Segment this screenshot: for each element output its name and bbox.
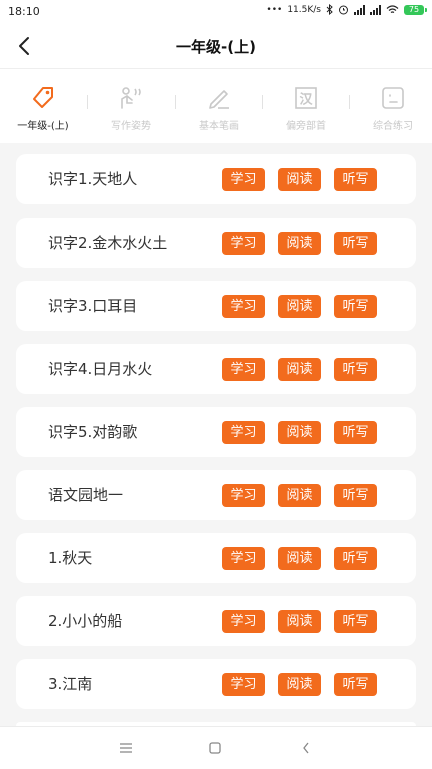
wifi-icon bbox=[386, 4, 399, 13]
lesson-card[interactable]: 识字5.对韵歌 学习 阅读 听写 bbox=[16, 407, 416, 457]
tab-basic-strokes[interactable]: 基本笔画 bbox=[176, 85, 262, 139]
lesson-title: 识字1.天地人 bbox=[48, 170, 138, 188]
status-icons: ••• 11.5K/s 75 bbox=[266, 4, 427, 15]
read-button[interactable]: 阅读 bbox=[278, 610, 321, 633]
lesson-card[interactable]: 语文园地一 学习 阅读 听写 bbox=[16, 470, 416, 520]
study-button[interactable]: 学习 bbox=[222, 610, 265, 633]
study-button[interactable]: 学习 bbox=[222, 232, 265, 255]
read-button[interactable]: 阅读 bbox=[278, 421, 321, 444]
network-speed: 11.5K/s bbox=[287, 4, 321, 15]
menu-button[interactable] bbox=[111, 737, 141, 759]
study-button[interactable]: 学习 bbox=[222, 358, 265, 381]
more-dots-icon: ••• bbox=[266, 4, 283, 15]
dictation-button[interactable]: 听写 bbox=[334, 610, 377, 633]
lesson-title: 3.江南 bbox=[48, 675, 93, 693]
dictation-button[interactable]: 听写 bbox=[334, 421, 377, 444]
lesson-card[interactable]: 3.江南 学习 阅读 听写 bbox=[16, 659, 416, 709]
battery-level: 75 bbox=[408, 4, 420, 14]
menu-icon bbox=[120, 743, 132, 753]
dictation-button[interactable]: 听写 bbox=[334, 232, 377, 255]
tab-label: 偏旁部首 bbox=[286, 121, 326, 132]
tab-label: 基本笔画 bbox=[199, 121, 239, 132]
lesson-title: 识字4.日月水火 bbox=[48, 360, 153, 378]
practice-box-icon bbox=[382, 87, 404, 109]
tab-practice[interactable]: 综合练习 bbox=[350, 85, 432, 139]
tab-grade-one-first[interactable]: 一年级-(上) bbox=[0, 85, 86, 139]
lesson-card[interactable]: 识字3.口耳目 学习 阅读 听写 bbox=[16, 281, 416, 331]
read-button[interactable]: 阅读 bbox=[278, 484, 321, 507]
study-button[interactable]: 学习 bbox=[222, 421, 265, 444]
lesson-title: 识字5.对韵歌 bbox=[48, 423, 138, 441]
status-bar: 18:10 ••• 11.5K/s 75 bbox=[0, 0, 432, 24]
read-button[interactable]: 阅读 bbox=[278, 168, 321, 191]
tag-icon bbox=[33, 87, 53, 108]
study-button[interactable]: 学习 bbox=[222, 547, 265, 570]
dictation-button[interactable]: 听写 bbox=[334, 358, 377, 381]
system-nav-bar bbox=[0, 726, 432, 769]
dictation-button[interactable]: 听写 bbox=[334, 484, 377, 507]
dictation-button[interactable]: 听写 bbox=[334, 168, 377, 191]
tab-radicals[interactable]: 汉 偏旁部首 bbox=[263, 85, 349, 139]
lesson-card[interactable]: 识字2.金木水火土 学习 阅读 听写 bbox=[16, 218, 416, 268]
lesson-title: 识字2.金木水火土 bbox=[48, 234, 168, 252]
home-icon bbox=[209, 742, 221, 754]
lesson-actions: 学习 阅读 听写 bbox=[222, 610, 377, 633]
signal-icon bbox=[354, 4, 365, 15]
category-tab-bar: 一年级-(上) 写作姿势 基本笔画 汉 偏旁部首 综合练习 bbox=[0, 69, 432, 143]
lesson-actions: 学习 阅读 听写 bbox=[222, 358, 377, 381]
page-title: 一年级-(上) bbox=[176, 38, 256, 56]
read-button[interactable]: 阅读 bbox=[278, 358, 321, 381]
pencil-icon bbox=[209, 90, 229, 109]
study-button[interactable]: 学习 bbox=[222, 484, 265, 507]
battery-icon: 75 bbox=[404, 4, 427, 15]
lesson-title: 识字3.口耳目 bbox=[48, 297, 138, 315]
lesson-actions: 学习 阅读 听写 bbox=[222, 295, 377, 318]
writing-posture-icon bbox=[121, 87, 141, 109]
dictation-button[interactable]: 听写 bbox=[334, 295, 377, 318]
dictation-button[interactable]: 听写 bbox=[334, 673, 377, 696]
nav-bar: 一年级-(上) bbox=[0, 24, 432, 69]
study-button[interactable]: 学习 bbox=[222, 673, 265, 696]
tab-label: 写作姿势 bbox=[111, 121, 151, 132]
system-back-button[interactable] bbox=[291, 737, 321, 759]
lesson-title: 2.小小的船 bbox=[48, 612, 123, 630]
study-button[interactable]: 学习 bbox=[222, 295, 265, 318]
lesson-card[interactable]: 识字1.天地人 学习 阅读 听写 bbox=[16, 154, 416, 204]
status-time: 18:10 bbox=[8, 5, 40, 18]
study-button[interactable]: 学习 bbox=[222, 168, 265, 191]
lesson-actions: 学习 阅读 听写 bbox=[222, 168, 377, 191]
signal-icon-2 bbox=[370, 4, 381, 15]
read-button[interactable]: 阅读 bbox=[278, 673, 321, 696]
dictation-button[interactable]: 听写 bbox=[334, 547, 377, 570]
lesson-actions: 学习 阅读 听写 bbox=[222, 547, 377, 570]
lesson-title: 1.秋天 bbox=[48, 549, 93, 567]
lesson-card[interactable]: 2.小小的船 学习 阅读 听写 bbox=[16, 596, 416, 646]
read-button[interactable]: 阅读 bbox=[278, 295, 321, 318]
han-character-icon: 汉 bbox=[295, 87, 317, 109]
tab-label: 一年级-(上) bbox=[17, 121, 69, 132]
alarm-icon bbox=[339, 5, 348, 15]
read-button[interactable]: 阅读 bbox=[278, 232, 321, 255]
home-button[interactable] bbox=[200, 737, 230, 759]
svg-text:汉: 汉 bbox=[299, 92, 313, 108]
tab-label: 综合练习 bbox=[373, 121, 413, 132]
lesson-actions: 学习 阅读 听写 bbox=[222, 232, 377, 255]
bluetooth-icon bbox=[326, 4, 333, 15]
lesson-actions: 学习 阅读 听写 bbox=[222, 421, 377, 444]
lesson-card[interactable]: 1.秋天 学习 阅读 听写 bbox=[16, 533, 416, 583]
lesson-actions: 学习 阅读 听写 bbox=[222, 484, 377, 507]
lesson-card[interactable]: 识字4.日月水火 学习 阅读 听写 bbox=[16, 344, 416, 394]
lesson-actions: 学习 阅读 听写 bbox=[222, 673, 377, 696]
lesson-title: 语文园地一 bbox=[48, 486, 124, 504]
tab-writing-posture[interactable]: 写作姿势 bbox=[88, 85, 174, 139]
back-icon bbox=[303, 742, 309, 754]
read-button[interactable]: 阅读 bbox=[278, 547, 321, 570]
